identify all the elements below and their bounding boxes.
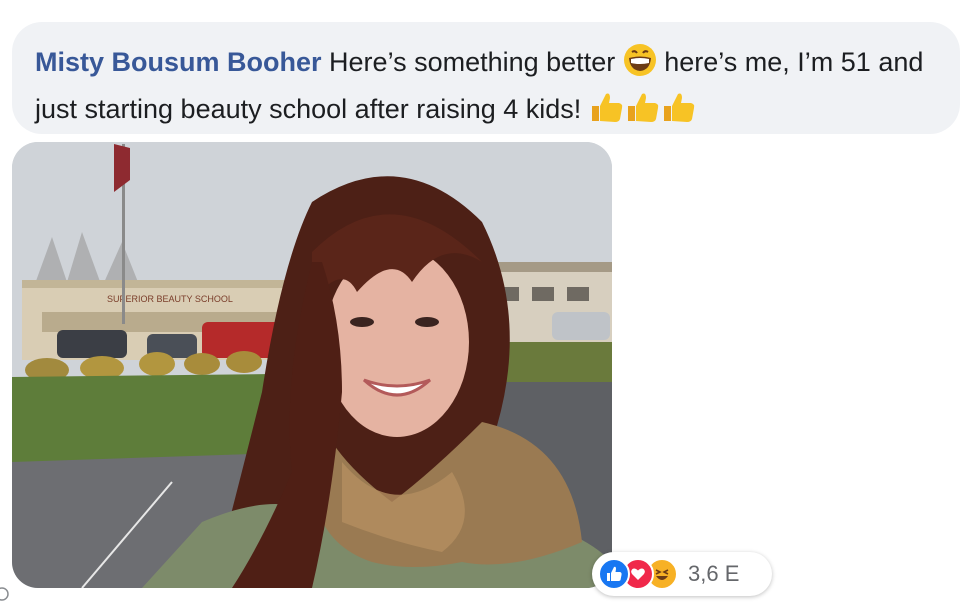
like-reaction-icon [598,558,630,590]
thumbs-up-icon [661,90,697,136]
building-sign-text: SUPERIOR BEAUTY SCHOOL [107,294,233,304]
reactions-summary[interactable]: 3,6 E [592,552,772,596]
comment-text-part1: Here’s something better [329,47,616,77]
selfie-photo-image: SUPERIOR BEAUTY SCHOOL [12,142,612,588]
comment-author-link[interactable]: Misty Bousum Booher [35,47,322,77]
thumbs-up-icon [589,90,625,136]
partial-avatar-edge [0,587,9,601]
thumbs-up-icon [625,90,661,136]
reaction-count: 3,6 E [688,561,740,586]
grinning-face-emoji-icon [623,43,657,89]
comment-bubble: Misty Bousum Booher Here’s something bet… [12,22,960,134]
comment-photo[interactable]: SUPERIOR BEAUTY SCHOOL [12,142,612,588]
